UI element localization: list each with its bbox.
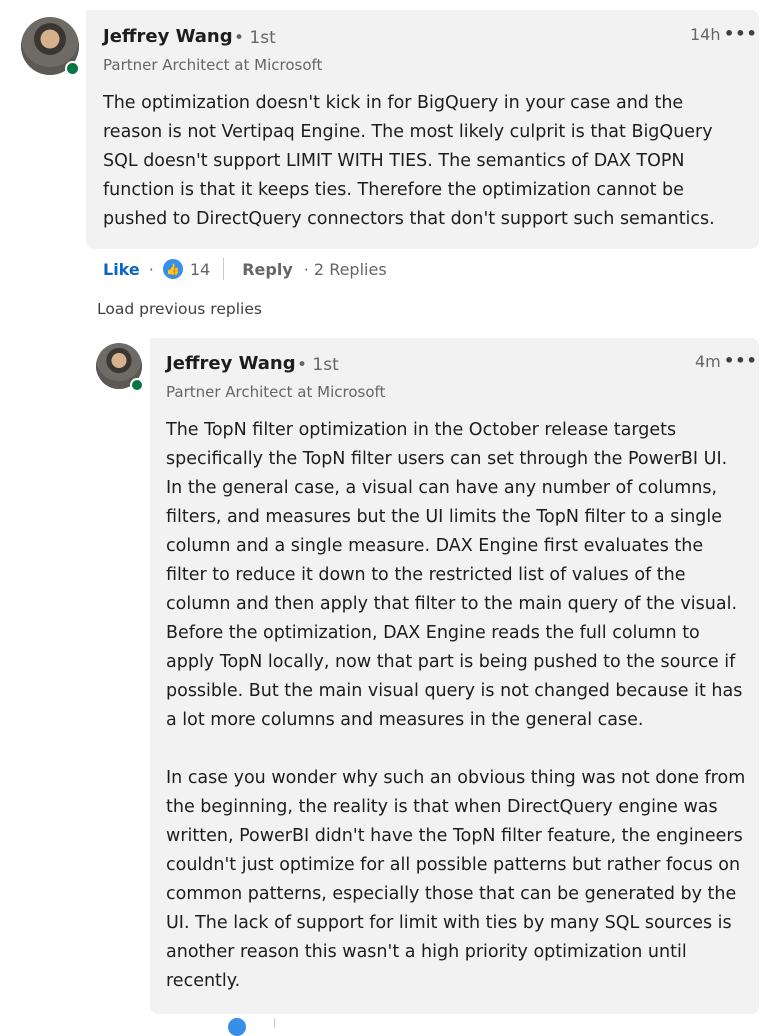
author-headline: Partner Architect at Microsoft	[103, 56, 323, 74]
replies-count-link[interactable]: · 2 Replies	[304, 260, 387, 279]
reply-text-paragraph-2: In case you wonder why such an obvious t…	[166, 768, 746, 991]
divider	[223, 258, 225, 280]
reaction-icon[interactable]	[228, 1018, 246, 1036]
online-status-icon	[130, 378, 144, 392]
like-button[interactable]: Like	[103, 260, 140, 279]
comment-author-name[interactable]: Jeffrey Wang	[103, 26, 233, 47]
comment-actions: Like · 👍 14 Reply · 2 Replies	[103, 256, 387, 282]
load-previous-replies-link[interactable]: Load previous replies	[97, 300, 262, 318]
connection-degree: • 1st	[297, 355, 339, 375]
comment-text: The optimization doesn't kick in for Big…	[103, 93, 715, 229]
separator-dot: ·	[148, 259, 154, 279]
more-options-icon[interactable]: •••	[724, 24, 758, 43]
reply-timestamp: 4m	[695, 352, 721, 371]
thumbs-up-icon[interactable]: 👍	[162, 259, 183, 279]
reply-author-name[interactable]: Jeffrey Wang	[166, 353, 296, 374]
author-headline: Partner Architect at Microsoft	[166, 383, 386, 401]
online-status-icon	[65, 61, 80, 76]
reaction-count[interactable]: 14	[190, 260, 210, 279]
divider	[274, 1018, 275, 1028]
reply-button[interactable]: Reply	[242, 260, 293, 279]
reply-text-paragraph-1: The TopN filter optimization in the Octo…	[166, 420, 743, 730]
more-options-icon[interactable]: •••	[724, 351, 758, 370]
connection-degree: • 1st	[234, 28, 276, 48]
comment-timestamp: 14h	[690, 25, 721, 44]
